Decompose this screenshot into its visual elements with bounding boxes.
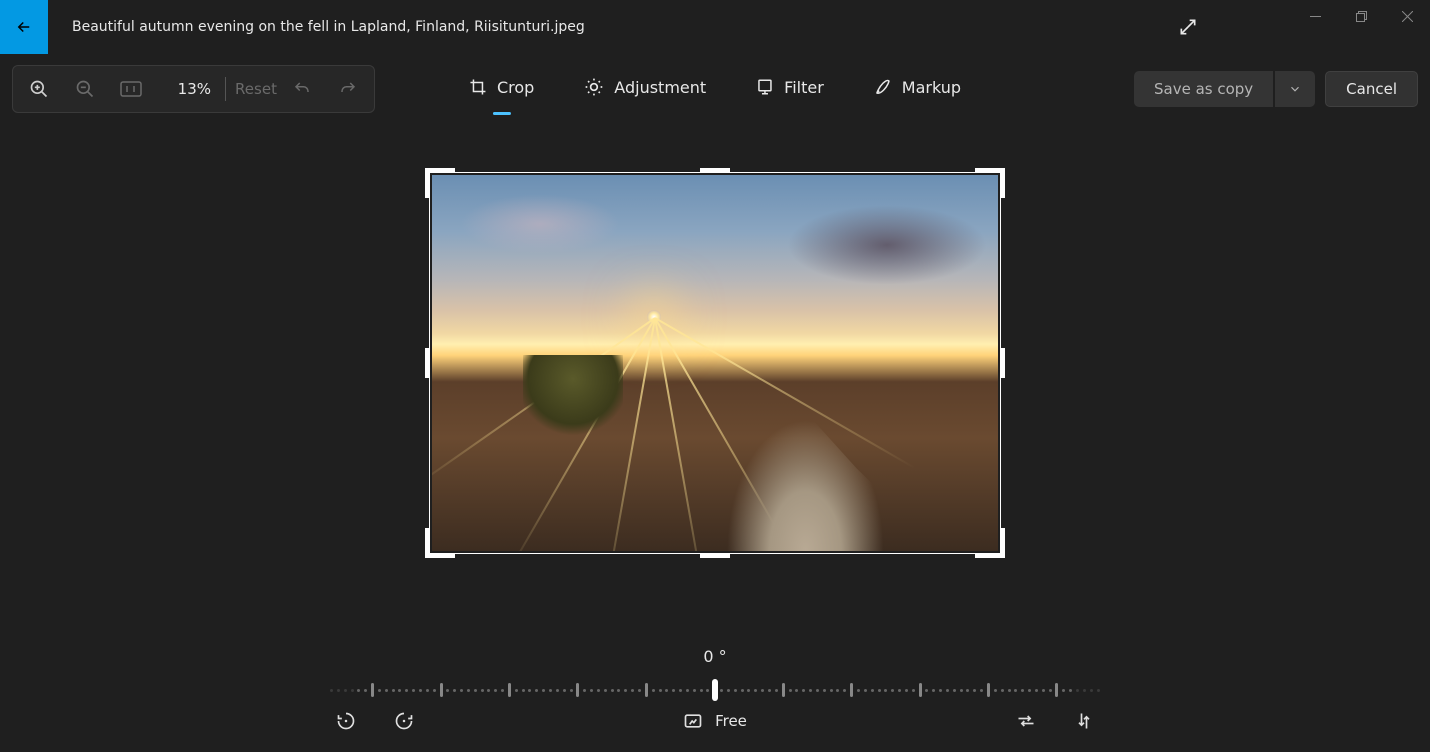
tab-adjustment-label: Adjustment	[614, 78, 706, 97]
zoom-in-button[interactable]	[23, 73, 55, 105]
tab-markup[interactable]: Markup	[874, 78, 961, 101]
rotate-cw-icon	[394, 711, 414, 731]
zoom-out-button[interactable]	[69, 73, 101, 105]
filter-icon	[756, 78, 774, 96]
arrow-left-icon	[15, 18, 33, 36]
markup-icon	[874, 78, 892, 96]
tab-filter-label: Filter	[784, 78, 824, 97]
action-buttons: Save as copy Cancel	[1134, 71, 1418, 107]
cancel-button[interactable]: Cancel	[1325, 71, 1418, 107]
crop-handle-bottom[interactable]	[700, 553, 730, 558]
aspect-ratio-button[interactable]: Free	[683, 711, 747, 731]
tab-crop-label: Crop	[497, 78, 534, 97]
tab-crop[interactable]: Crop	[469, 78, 534, 101]
adjustment-icon	[584, 77, 604, 97]
one-to-one-icon	[120, 81, 142, 97]
undo-button[interactable]	[286, 73, 318, 105]
close-button[interactable]	[1384, 0, 1430, 32]
zoom-in-icon	[29, 79, 49, 99]
flip-vertical-icon	[1074, 711, 1094, 731]
mode-tabs: Crop Adjustment Filter Markup	[469, 77, 961, 101]
redo-icon	[339, 80, 357, 98]
save-dropdown-button[interactable]	[1275, 71, 1315, 107]
crop-handle-br[interactable]	[1000, 528, 1005, 558]
image-preview	[432, 175, 998, 551]
crop-frame[interactable]	[429, 172, 1001, 554]
minimize-icon	[1310, 11, 1321, 22]
crop-handle-bl[interactable]	[425, 528, 430, 558]
zoom-out-icon	[75, 79, 95, 99]
crop-icon	[469, 78, 487, 96]
flip-vertical-button[interactable]	[1068, 705, 1100, 737]
crop-handle-left[interactable]	[425, 348, 430, 378]
save-as-copy-button[interactable]: Save as copy	[1134, 71, 1273, 107]
tab-adjustment[interactable]: Adjustment	[584, 77, 706, 101]
window-controls	[1292, 0, 1430, 32]
crop-handle-tr[interactable]	[1000, 168, 1005, 198]
crop-footer: Free	[330, 704, 1100, 738]
expand-icon	[1178, 17, 1198, 37]
minimize-button[interactable]	[1292, 0, 1338, 32]
crop-handle-tl[interactable]	[425, 168, 430, 198]
chevron-down-icon	[1288, 82, 1302, 96]
rotate-ccw-icon	[336, 711, 356, 731]
canvas-area	[0, 124, 1430, 602]
toolbar: 13% Reset Crop Adjustment Filter Markup	[0, 54, 1430, 124]
rotate-ccw-button[interactable]	[330, 705, 362, 737]
fullscreen-button[interactable]	[1176, 15, 1200, 39]
maximize-icon	[1356, 11, 1367, 22]
zoom-percentage: 13%	[161, 80, 211, 98]
rotate-cw-button[interactable]	[388, 705, 420, 737]
filename-label: Beautiful autumn evening on the fell in …	[72, 19, 585, 35]
redo-button[interactable]	[332, 73, 364, 105]
flip-horizontal-button[interactable]	[1010, 705, 1042, 737]
save-label: Save as copy	[1154, 80, 1253, 98]
flip-horizontal-icon	[1016, 711, 1036, 731]
back-button[interactable]	[0, 0, 48, 54]
crop-handle-right[interactable]	[1000, 348, 1005, 378]
aspect-icon	[683, 711, 703, 731]
undo-icon	[293, 80, 311, 98]
rotation-dial[interactable]	[330, 680, 1100, 700]
crop-handle-top[interactable]	[700, 168, 730, 173]
rotation-dial-thumb[interactable]	[712, 679, 718, 701]
maximize-button[interactable]	[1338, 0, 1384, 32]
aspect-label: Free	[715, 712, 747, 730]
divider	[225, 77, 226, 101]
tab-markup-label: Markup	[902, 78, 961, 97]
close-icon	[1402, 11, 1413, 22]
zoom-controls: 13% Reset	[12, 65, 375, 113]
reset-button[interactable]: Reset	[240, 73, 272, 105]
tab-filter[interactable]: Filter	[756, 78, 824, 101]
actual-size-button[interactable]	[115, 73, 147, 105]
rotation-controls: 0 °	[0, 647, 1430, 700]
cancel-label: Cancel	[1346, 80, 1397, 98]
rotation-angle-label: 0 °	[703, 647, 726, 666]
titlebar: Beautiful autumn evening on the fell in …	[0, 0, 1430, 54]
